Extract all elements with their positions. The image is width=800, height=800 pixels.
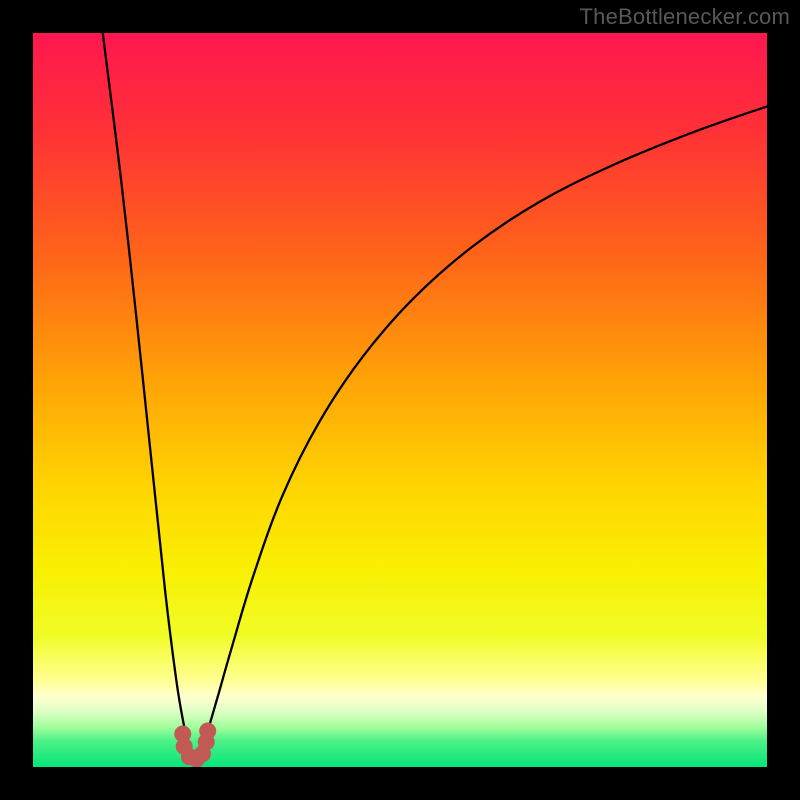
plot-area	[33, 33, 767, 767]
marker-dot	[199, 723, 216, 740]
chart-frame: TheBottlenecker.com	[0, 0, 800, 800]
chart-svg	[33, 33, 767, 767]
gradient-background	[33, 33, 767, 767]
watermark-text: TheBottlenecker.com	[580, 4, 790, 30]
